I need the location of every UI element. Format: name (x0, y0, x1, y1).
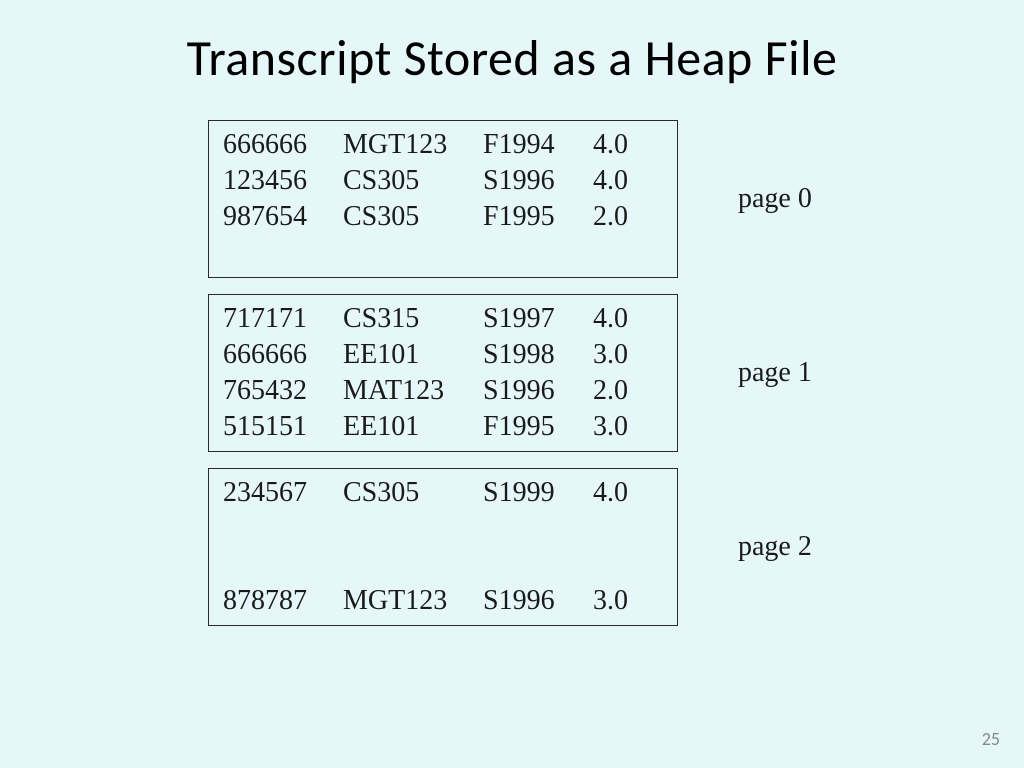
cell-grade: 3.0 (593, 583, 653, 619)
table-row: 765432 MAT123 S1996 2.0 (223, 373, 667, 409)
cell-term: S1996 (483, 373, 593, 409)
cell-id: 123456 (223, 163, 343, 199)
cell-id: 987654 (223, 199, 343, 235)
cell-grade: 3.0 (593, 409, 653, 445)
cell-term: F1994 (483, 127, 593, 163)
empty-slot (223, 547, 667, 583)
slide: Transcript Stored as a Heap File 666666 … (0, 0, 1024, 768)
slide-title: Transcript Stored as a Heap File (0, 28, 1024, 89)
cell-grade: 4.0 (593, 163, 653, 199)
page-box-1: 717171 CS315 S1997 4.0 666666 EE101 S199… (208, 294, 678, 452)
cell-term: F1995 (483, 409, 593, 445)
page-box-2: 234567 CS305 S1999 4.0 878787 MGT123 S19… (208, 468, 678, 626)
cell-course: MGT123 (343, 583, 483, 619)
table-row: 234567 CS305 S1999 4.0 (223, 475, 667, 511)
table-row: 666666 MGT123 F1994 4.0 (223, 127, 667, 163)
cell-id: 234567 (223, 475, 343, 511)
cell-term: F1995 (483, 199, 593, 235)
cell-course: CS305 (343, 199, 483, 235)
cell-course: MGT123 (343, 127, 483, 163)
page-label-0: page 0 (738, 183, 812, 215)
cell-term: S1998 (483, 337, 593, 373)
empty-slot (223, 235, 667, 271)
cell-id: 765432 (223, 373, 343, 409)
table-row: 123456 CS305 S1996 4.0 (223, 163, 667, 199)
cell-grade: 4.0 (593, 301, 653, 337)
cell-course: CS315 (343, 301, 483, 337)
page-row-0: 666666 MGT123 F1994 4.0 123456 CS305 S19… (208, 120, 928, 278)
cell-grade: 4.0 (593, 475, 653, 511)
pages-area: 666666 MGT123 F1994 4.0 123456 CS305 S19… (208, 120, 928, 642)
page-row-1: 717171 CS315 S1997 4.0 666666 EE101 S199… (208, 294, 928, 452)
cell-id: 666666 (223, 337, 343, 373)
cell-course: EE101 (343, 409, 483, 445)
cell-course: MAT123 (343, 373, 483, 409)
cell-term: S1999 (483, 475, 593, 511)
cell-term: S1997 (483, 301, 593, 337)
page-label-1: page 1 (738, 357, 812, 389)
cell-id: 878787 (223, 583, 343, 619)
table-row: 987654 CS305 F1995 2.0 (223, 199, 667, 235)
empty-slot (223, 511, 667, 547)
cell-term: S1996 (483, 583, 593, 619)
cell-id: 666666 (223, 127, 343, 163)
page-box-0: 666666 MGT123 F1994 4.0 123456 CS305 S19… (208, 120, 678, 278)
cell-grade: 3.0 (593, 337, 653, 373)
table-row: 666666 EE101 S1998 3.0 (223, 337, 667, 373)
cell-grade: 2.0 (593, 199, 653, 235)
cell-term: S1996 (483, 163, 593, 199)
cell-course: CS305 (343, 475, 483, 511)
cell-grade: 4.0 (593, 127, 653, 163)
cell-grade: 2.0 (593, 373, 653, 409)
page-label-2: page 2 (738, 531, 812, 563)
table-row: 878787 MGT123 S1996 3.0 (223, 583, 667, 619)
cell-id: 717171 (223, 301, 343, 337)
slide-number: 25 (982, 728, 1000, 750)
table-row: 717171 CS315 S1997 4.0 (223, 301, 667, 337)
cell-id: 515151 (223, 409, 343, 445)
cell-course: EE101 (343, 337, 483, 373)
cell-course: CS305 (343, 163, 483, 199)
table-row: 515151 EE101 F1995 3.0 (223, 409, 667, 445)
page-row-2: 234567 CS305 S1999 4.0 878787 MGT123 S19… (208, 468, 928, 626)
